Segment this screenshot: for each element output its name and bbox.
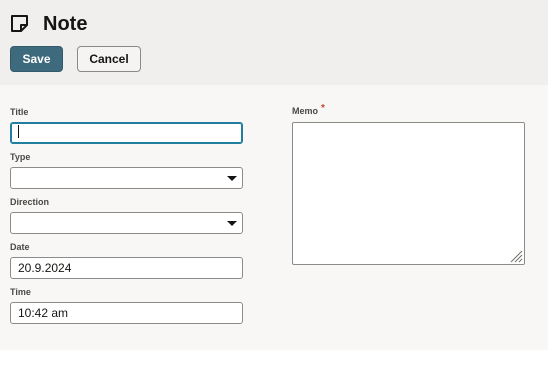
title-row: Note	[10, 11, 87, 37]
cancel-button[interactable]: Cancel	[77, 46, 141, 72]
text-caret	[18, 125, 19, 138]
memo-textarea[interactable]	[292, 122, 525, 265]
date-value: 20.9.2024	[18, 261, 72, 275]
note-icon	[11, 15, 28, 32]
chevron-down-icon	[227, 176, 237, 181]
time-field[interactable]: 10:42 am	[10, 302, 243, 324]
time-value: 10:42 am	[18, 306, 69, 320]
time-label: Time	[10, 287, 31, 297]
date-label: Date	[10, 242, 30, 252]
page-title: Note	[43, 13, 88, 35]
memo-label-text: Memo	[292, 106, 319, 116]
resize-grip-icon[interactable]	[509, 249, 523, 263]
save-button[interactable]: Save	[10, 46, 63, 72]
required-marker: *	[321, 103, 325, 114]
title-label: Title	[10, 107, 29, 117]
date-field[interactable]: 20.9.2024	[10, 257, 243, 279]
direction-select[interactable]	[10, 212, 243, 234]
chevron-down-icon	[227, 221, 237, 226]
memo-label: Memo *	[292, 103, 325, 117]
type-select[interactable]	[10, 167, 243, 189]
page-header: Note Save Cancel	[0, 0, 548, 85]
type-label: Type	[10, 152, 31, 162]
title-input[interactable]	[10, 122, 243, 144]
direction-label: Direction	[10, 197, 50, 207]
